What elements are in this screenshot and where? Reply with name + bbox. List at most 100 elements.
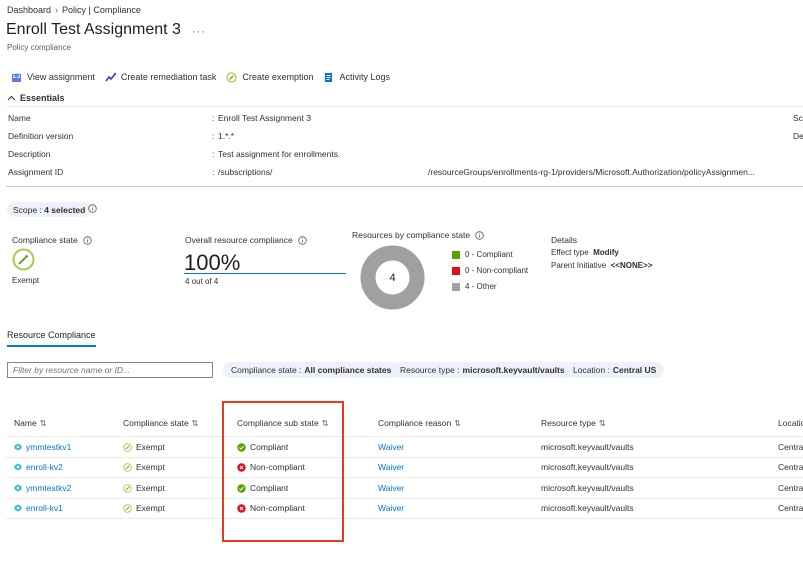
resource-name-cell[interactable]: ymmtestkv1: [14, 442, 71, 452]
sort-icon: ⇅: [598, 418, 606, 428]
resource-name-link[interactable]: ymmtestkv2: [26, 483, 71, 493]
location-cell: Centra: [778, 483, 803, 493]
column-header-compliance-reason[interactable]: Compliance reason ⇅: [378, 418, 461, 428]
breadcrumb-policy-compliance[interactable]: Policy | Compliance: [62, 5, 141, 15]
donut-center-value: 4: [389, 272, 395, 284]
overall-compliance-count: 4 out of 4: [185, 277, 219, 286]
info-icon[interactable]: [82, 235, 92, 245]
essentials-label-definition-version: Definition version: [8, 131, 74, 141]
exempt-icon: [123, 462, 132, 472]
essentials-toggle[interactable]: Essentials: [7, 93, 65, 103]
legend-swatch-non-compliant: [452, 266, 460, 275]
compliance-reason-link[interactable]: Waiver: [378, 462, 404, 472]
compliance-state-value: Exempt: [12, 276, 40, 285]
compliance-state-cell: Exempt: [123, 483, 165, 493]
colon: :: [212, 113, 215, 123]
breadcrumb: Dashboard › Policy | Compliance: [7, 5, 141, 15]
exempt-icon: [123, 503, 132, 513]
remediation-icon: [105, 72, 116, 81]
essentials-right-label-scope: Sc: [793, 113, 803, 123]
activity-logs-button[interactable]: Activity Logs: [323, 72, 390, 83]
resource-name-link[interactable]: ymmtestkv1: [26, 442, 71, 452]
page-title: Enroll Test Assignment 3: [6, 21, 181, 38]
compliance-donut-chart: 4: [360, 245, 425, 310]
highlight-box: [222, 401, 344, 542]
info-icon[interactable]: [298, 235, 307, 245]
essentials-value-assignment-id: /subscriptions/: [218, 167, 273, 177]
divider: [6, 186, 803, 187]
compliance-state-label: Compliance state: [12, 235, 92, 245]
key-vault-icon: [14, 463, 22, 471]
key-vault-icon: [14, 443, 22, 451]
column-header-resource-type[interactable]: Resource type ⇅: [541, 418, 606, 428]
location-cell: Centra: [778, 503, 803, 513]
colon: :: [212, 131, 215, 141]
compliance-reason-link[interactable]: Waiver: [378, 442, 404, 452]
compliance-reason-cell[interactable]: Waiver: [378, 462, 404, 472]
resource-type-cell: microsoft.keyvault/vaults: [541, 442, 634, 452]
column-header-compliance-state[interactable]: Compliance state ⇅: [123, 418, 198, 428]
resource-name-link[interactable]: enroll-kv2: [26, 462, 63, 472]
filter-input[interactable]: [7, 362, 213, 378]
breadcrumb-dashboard[interactable]: Dashboard: [7, 5, 51, 15]
divider: [6, 106, 803, 107]
details-title: Details: [551, 235, 577, 245]
info-icon[interactable]: [475, 230, 484, 240]
exemption-icon: [226, 71, 238, 83]
essentials-label-assignment-id: Assignment ID: [8, 167, 64, 177]
compliance-state-cell: Exempt: [123, 442, 165, 452]
exempt-icon: [12, 248, 35, 271]
toolbar: View assignment Create remediation task …: [11, 70, 400, 84]
essentials-value-description: Test assignment for enrollments.: [218, 149, 341, 159]
location-cell: Centra: [778, 462, 803, 472]
resource-type-cell: microsoft.keyvault/vaults: [541, 462, 634, 472]
resource-name-cell[interactable]: enroll-kv1: [14, 503, 63, 513]
create-remediation-task-button[interactable]: Create remediation task: [105, 72, 216, 83]
key-vault-icon: [14, 484, 22, 492]
tab-underline: [7, 345, 96, 347]
location-cell: Centra: [778, 442, 803, 452]
column-header-name[interactable]: Name ⇅: [14, 418, 46, 428]
scope-filter-pill[interactable]: Scope : 4 selected: [7, 202, 92, 217]
compliance-state-cell: Exempt: [123, 503, 165, 513]
compliance-reason-cell[interactable]: Waiver: [378, 442, 404, 452]
legend-non-compliant: 0 - Non-compliant: [452, 266, 528, 275]
view-assignment-icon: [12, 73, 21, 82]
key-vault-icon: [14, 504, 22, 512]
compliance-reason-cell[interactable]: Waiver: [378, 503, 404, 513]
chevron-right-icon: ›: [55, 5, 59, 15]
colon: :: [212, 167, 215, 177]
compliance-reason-link[interactable]: Waiver: [378, 503, 404, 513]
activity-log-icon: [325, 72, 333, 82]
compliance-state-filter-pill[interactable]: Compliance state : All compliance states: [223, 362, 400, 378]
resource-name-cell[interactable]: ymmtestkv2: [14, 483, 71, 493]
view-assignment-button[interactable]: View assignment: [11, 72, 95, 83]
divider: [6, 477, 803, 478]
column-header-location[interactable]: Locatio: [778, 418, 803, 428]
colon: :: [212, 149, 215, 159]
details-parent-initiative: Parent Initiative <<NONE>>: [551, 261, 653, 270]
details-effect: Effect type Modify: [551, 248, 619, 257]
resource-name-link[interactable]: enroll-kv1: [26, 503, 63, 513]
divider: [6, 518, 803, 519]
legend-compliant: 0 - Compliant: [452, 250, 513, 259]
more-options-button[interactable]: ···: [192, 26, 206, 38]
resource-type-cell: microsoft.keyvault/vaults: [541, 483, 634, 493]
resource-name-cell[interactable]: enroll-kv2: [14, 462, 63, 472]
divider: [6, 436, 803, 437]
resource-type-filter-pill[interactable]: Resource type : microsoft.keyvault/vaults: [392, 362, 573, 378]
essentials-value-assignment-id-path: /resourceGroups/enrollments-rg-1/provide…: [428, 167, 755, 177]
info-icon[interactable]: [88, 204, 97, 213]
compliance-reason-link[interactable]: Waiver: [378, 483, 404, 493]
compliance-reason-cell[interactable]: Waiver: [378, 483, 404, 493]
essentials-label-description: Description: [8, 149, 51, 159]
tab-resource-compliance[interactable]: Resource Compliance: [7, 330, 96, 340]
sort-icon: ⇅: [191, 418, 199, 428]
chevron-up-icon: [7, 95, 16, 101]
location-filter-pill[interactable]: Location : Central US: [565, 362, 665, 378]
legend-swatch-other: [452, 282, 460, 291]
create-exemption-button[interactable]: Create exemption: [226, 71, 313, 83]
resource-type-cell: microsoft.keyvault/vaults: [541, 503, 634, 513]
divider: [6, 457, 803, 458]
sort-icon: ⇅: [39, 418, 47, 428]
